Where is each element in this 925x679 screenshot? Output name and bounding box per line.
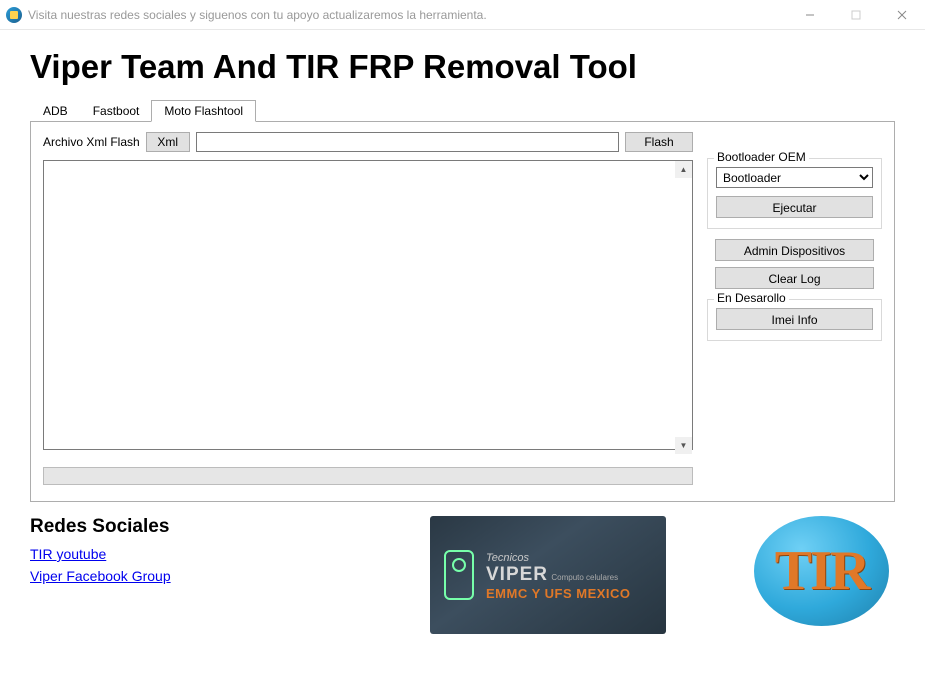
log-area-wrap: ▲ ▼: [43, 160, 693, 459]
device-icon: [444, 550, 474, 600]
window-titlebar: Visita nuestras redes sociales y sigueno…: [0, 0, 925, 30]
flash-right-column: Bootloader OEM Bootloader Ejecutar Admin…: [707, 132, 882, 485]
maximize-icon: [851, 10, 861, 20]
banner-emm: EMMC Y UFS MEXICO: [486, 586, 658, 601]
banner-sub: Computo celulares: [551, 573, 618, 582]
xml-path-input[interactable]: [196, 132, 619, 152]
social-heading: Redes Sociales: [30, 516, 410, 538]
archive-label: Archivo Xml Flash: [43, 135, 140, 149]
flash-button[interactable]: Flash: [625, 132, 693, 152]
social-column: Redes Sociales TIR youtube Viper Faceboo…: [30, 516, 410, 590]
maximize-button[interactable]: [833, 0, 879, 29]
tir-logo-container: TIR: [686, 516, 895, 626]
tab-fastboot[interactable]: Fastboot: [80, 100, 153, 121]
bootloader-legend: Bootloader OEM: [714, 150, 809, 164]
clear-log-button[interactable]: Clear Log: [715, 267, 874, 289]
window-controls: [787, 0, 925, 29]
tab-moto-flashtool[interactable]: Moto Flashtool: [151, 100, 256, 122]
app-title: Viper Team And TIR FRP Removal Tool: [30, 48, 895, 86]
en-desarrollo-fieldset: En Desarollo Imei Info: [707, 299, 882, 341]
tab-bar: ADB Fastboot Moto Flashtool: [30, 100, 895, 122]
footer: Redes Sociales TIR youtube Viper Faceboo…: [0, 502, 925, 634]
banner-tecnicos: Tecnicos: [486, 552, 658, 564]
progress-bar: [43, 467, 693, 485]
app-icon: [6, 7, 22, 23]
bootloader-select[interactable]: Bootloader: [716, 167, 873, 188]
window-title: Visita nuestras redes sociales y sigueno…: [28, 8, 787, 22]
minimize-icon: [805, 10, 815, 20]
minimize-button[interactable]: [787, 0, 833, 29]
tab-panel-moto: Archivo Xml Flash Xml Flash ▲ ▼ Bootload…: [30, 122, 895, 502]
ejecutar-button[interactable]: Ejecutar: [716, 196, 873, 218]
tir-logo-text: TIR: [775, 539, 869, 603]
close-button[interactable]: [879, 0, 925, 29]
viper-banner: Tecnicos VIPER Computo celulares EMMC Y …: [430, 516, 666, 634]
close-icon: [897, 10, 907, 20]
banner-viper: VIPER: [486, 564, 548, 585]
flash-toolbar: Archivo Xml Flash Xml Flash: [43, 132, 693, 152]
en-desarrollo-legend: En Desarollo: [714, 291, 789, 305]
link-tir-youtube[interactable]: TIR youtube: [30, 546, 410, 562]
link-viper-facebook[interactable]: Viper Facebook Group: [30, 568, 410, 584]
scroll-down-icon[interactable]: ▼: [675, 437, 692, 454]
tab-adb[interactable]: ADB: [30, 100, 81, 121]
bootloader-fieldset: Bootloader OEM Bootloader Ejecutar: [707, 158, 882, 229]
imei-info-button[interactable]: Imei Info: [716, 308, 873, 330]
flash-left-column: Archivo Xml Flash Xml Flash ▲ ▼: [43, 132, 693, 485]
log-textarea[interactable]: [43, 160, 693, 450]
admin-dispositivos-button[interactable]: Admin Dispositivos: [715, 239, 874, 261]
xml-button[interactable]: Xml: [146, 132, 190, 152]
scroll-up-icon[interactable]: ▲: [675, 161, 692, 178]
tir-logo-circle: TIR: [754, 516, 889, 626]
